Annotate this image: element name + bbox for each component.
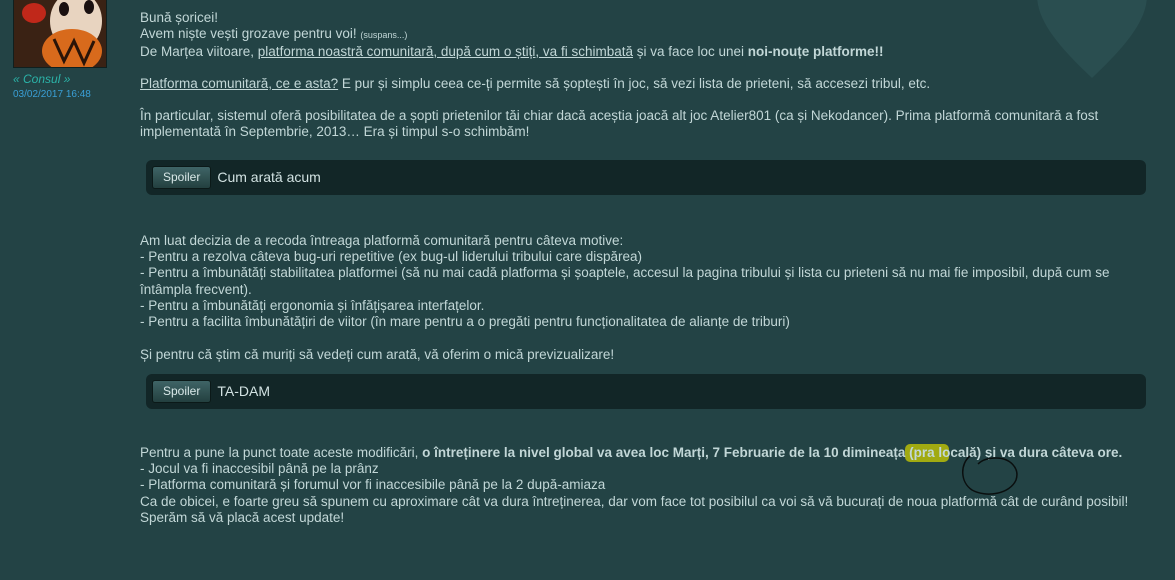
greeting: Bună șoricei!: [140, 10, 219, 25]
platform-details: În particular, sistemul oferă posibilita…: [140, 108, 1099, 140]
preview-line: Și pentru că știm că muriți să vedeți cu…: [140, 346, 615, 362]
author-panel: « Consul » 03/02/2017 16:48: [0, 0, 120, 580]
closing-line: Sperăm să vă placă acest update!: [140, 510, 345, 526]
spoiler-button[interactable]: Spoiler: [152, 165, 212, 189]
post-date: 03/02/2017 16:48: [13, 89, 91, 100]
author-rank: « Consul »: [13, 72, 71, 86]
suspense-note: (suspans...): [360, 30, 408, 41]
highlighted-text: (pra: [905, 443, 950, 462]
reason-item: - Pentru a îmbunătăți ergonomia și înfăț…: [140, 297, 485, 313]
spoiler-button[interactable]: Spoiler: [152, 379, 212, 403]
platform-change-underlined: platforma noastră comunitară, după cum o…: [257, 43, 633, 59]
reasons-intro: Am luat decizia de a recoda întreaga pla…: [140, 232, 624, 248]
reason-item: - Pentru a îmbunătăți stabilitatea platf…: [140, 265, 1110, 297]
new-platform-bold: noi-nouțe platforme!!: [747, 43, 884, 59]
spoiler-current-look: Spoiler Cum arată acum: [146, 159, 1146, 195]
platform-question: Platforma comunitară, ce e asta?: [140, 75, 339, 91]
reason-item: - Pentru a rezolva câteva bug-uri repeti…: [140, 249, 642, 265]
platform-change-line: De Marțea viitoare, platforma noastră co…: [140, 43, 884, 59]
announcement-line: Avem niște vești grozave pentru voi! (su…: [140, 26, 408, 42]
spoiler-preview: Spoiler TA-DAM: [146, 373, 1146, 409]
spoiler-title: TA-DAM: [217, 383, 270, 400]
reason-item: - Pentru a facilita îmbunătățiri de viit…: [140, 314, 790, 330]
spoiler-title: Cum arată acum: [217, 169, 321, 186]
avatar[interactable]: [13, 0, 107, 68]
hand-drawn-circle: [962, 455, 1018, 495]
platform-explanation: Platforma comunitară, ce e asta? E pur ș…: [140, 75, 931, 91]
